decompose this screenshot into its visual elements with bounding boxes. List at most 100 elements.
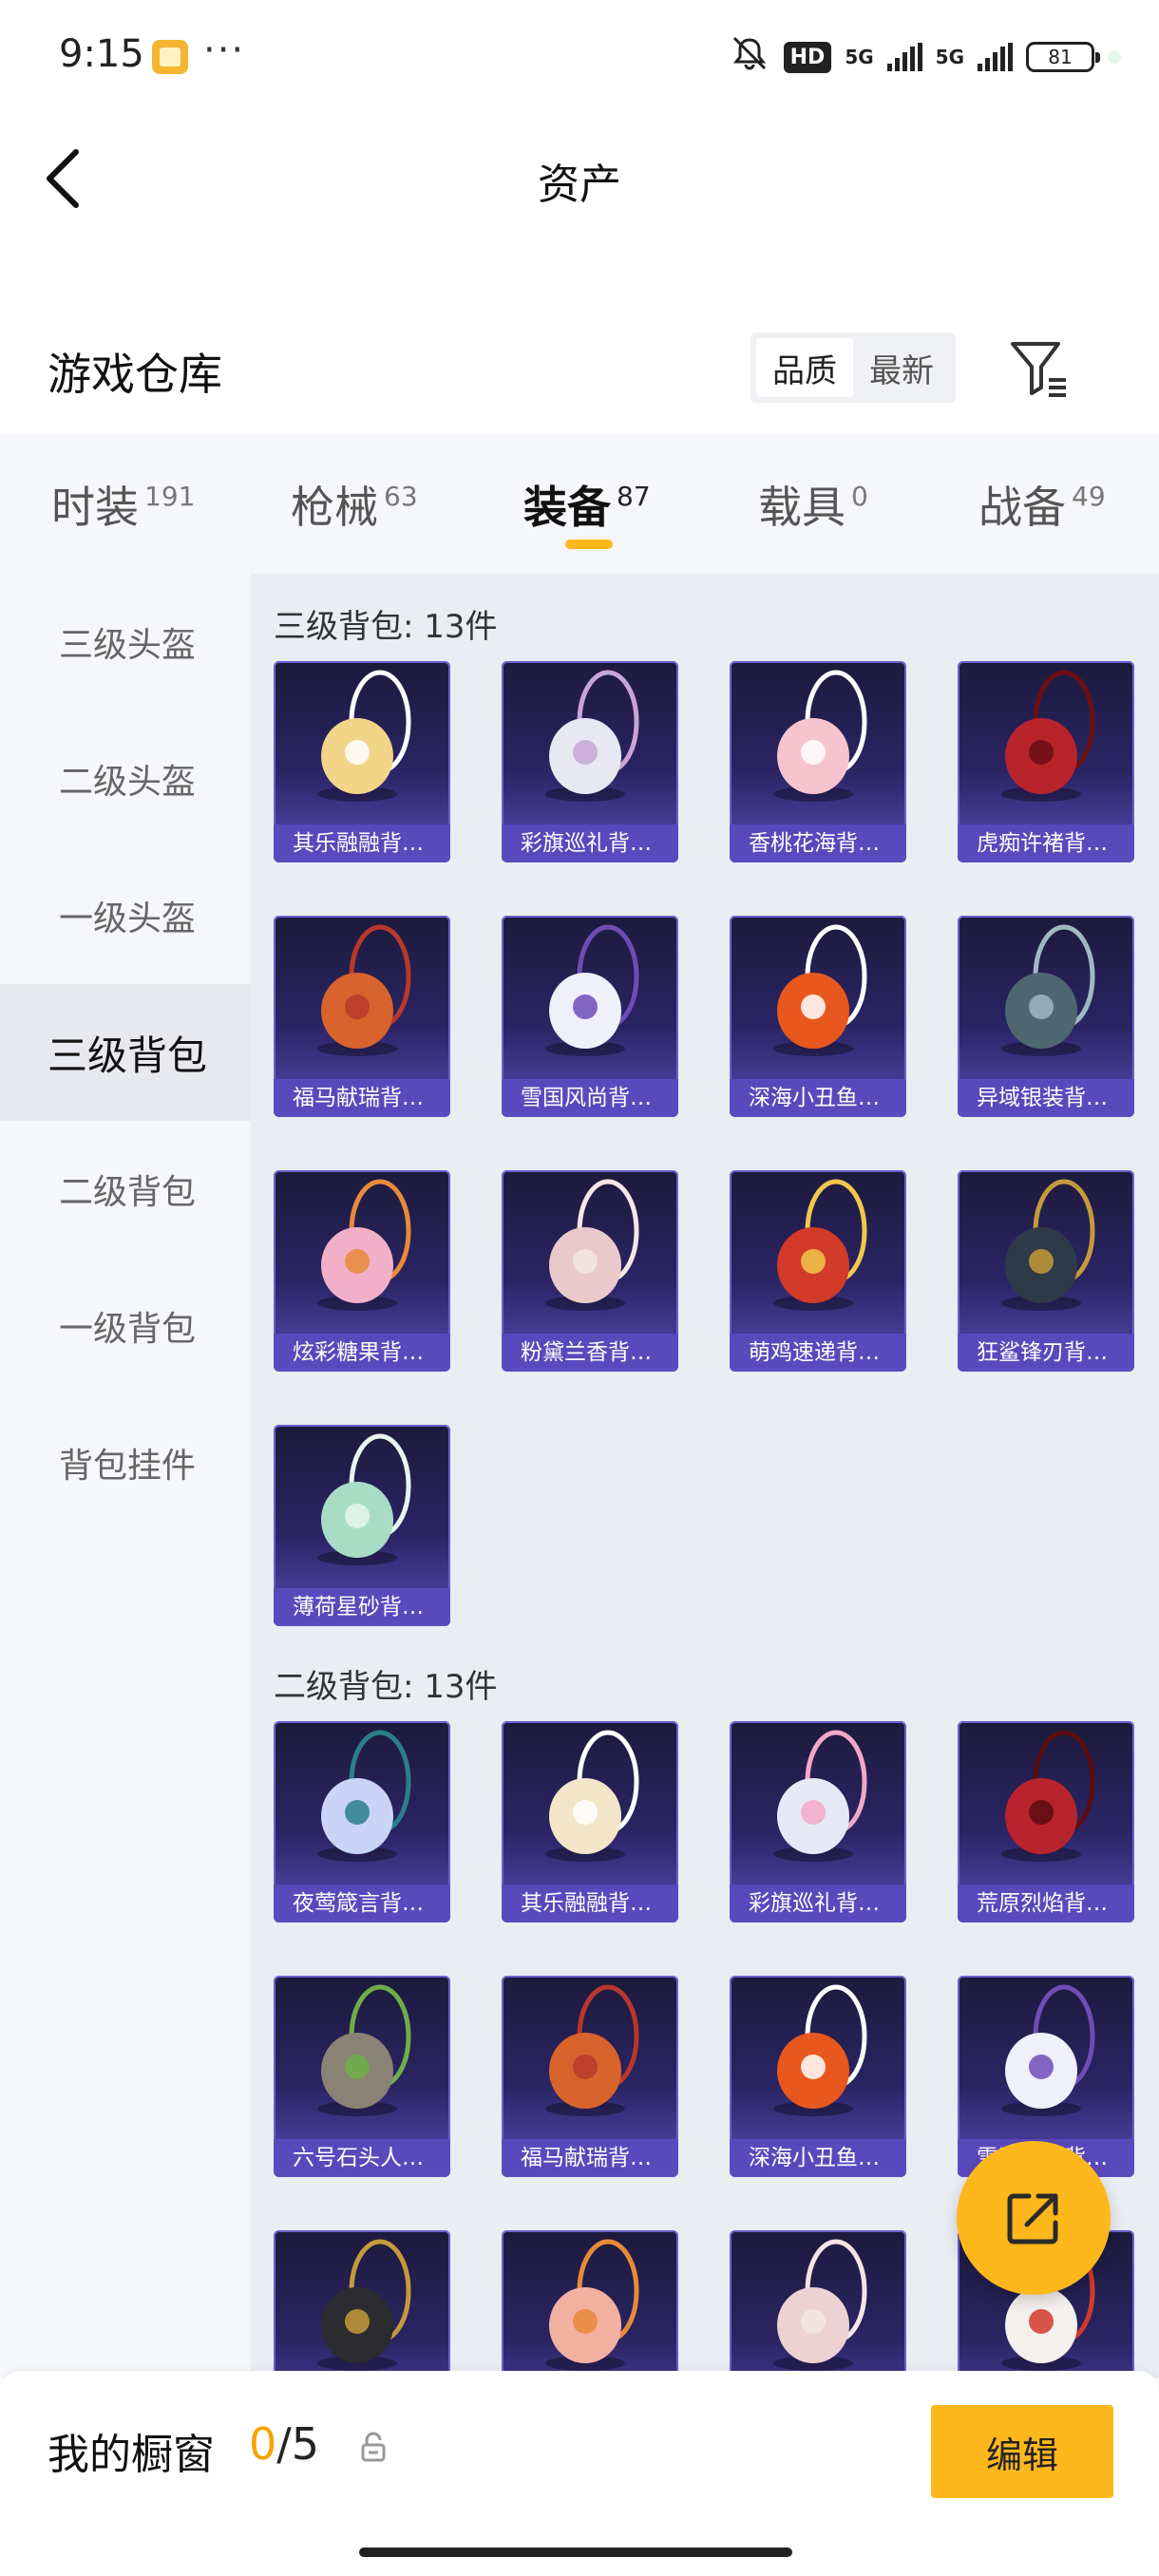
showcase-count-total: /5 (276, 2418, 320, 2470)
backpack-item-card[interactable]: 福马献瑞背… (274, 916, 450, 1117)
backpack-item-card[interactable]: 深海小丑鱼… (730, 1976, 906, 2177)
backpack-item-card[interactable]: 六号石头人… (274, 1976, 450, 2177)
share-button[interactable] (957, 2141, 1111, 2295)
item-name: 萌鸡速递背… (730, 1334, 906, 1372)
group-title: 三级背包: 13件 (274, 608, 498, 646)
hd-voice-icon: HD (783, 41, 832, 73)
backpack-item-card[interactable]: 其乐融融背… (502, 1721, 678, 1923)
backpack-item-card[interactable]: 雪国风尚背… (502, 916, 678, 1117)
network-2-label: 5G (935, 46, 964, 68)
item-grid-area[interactable]: 三级背包: 13件 二级背包: 13件 其乐融融背… 彩旗巡礼背… 香桃花海背… 虎痴… (251, 574, 1159, 2378)
backpack-item-card[interactable] (502, 2230, 678, 2378)
item-name: 深海小丑鱼… (730, 1079, 906, 1117)
sort-quality-option[interactable]: 品质 (756, 338, 853, 397)
status-dot-icon (1108, 50, 1121, 64)
backpack-thumbnail-icon (773, 1984, 867, 2116)
backpack-item-card[interactable]: 深海小丑鱼… (730, 916, 906, 1117)
signal-1-icon (886, 43, 922, 71)
tab-count: 49 (1072, 481, 1106, 512)
backpack-item-card[interactable]: 薄荷星砂背… (274, 1425, 450, 1626)
tab-label: 载具 (758, 482, 846, 533)
backpack-thumbnail-icon (1001, 1730, 1095, 1862)
item-name: 香桃花海背… (730, 824, 906, 862)
filter-icon (1011, 342, 1066, 397)
tab-count: 0 (851, 481, 868, 512)
backpack-item-card[interactable]: 夜莺箴言背… (274, 1721, 450, 1923)
subcategory-sidebar: 三级头盔 二级头盔 一级头盔 三级背包 二级背包 一级背包 背包挂件 (0, 574, 251, 2378)
backpack-thumbnail-icon (773, 2239, 867, 2371)
tab-label: 战备 (978, 482, 1066, 533)
sidebar-item-backpack-2[interactable]: 二级背包 (0, 1121, 251, 1258)
sidebar-item-helmet-2[interactable]: 二级头盔 (0, 710, 251, 847)
tab-supplies[interactable]: 战备 49 (978, 473, 1106, 536)
showcase-bar: 我的橱窗 0/5 编辑 (0, 2371, 1159, 2576)
tab-equipment[interactable]: 装备 87 (523, 473, 651, 536)
backpack-item-card[interactable]: 彩旗巡礼背… (502, 661, 678, 862)
signal-2-icon (978, 43, 1013, 71)
sidebar-item-backpack-3[interactable]: 三级背包 (0, 984, 251, 1121)
backpack-item-card[interactable]: 萌鸡速递背… (730, 1170, 906, 1372)
backpack-thumbnail-icon (1001, 1179, 1095, 1311)
home-indicator (359, 2548, 792, 2557)
filter-button[interactable] (1007, 334, 1072, 401)
status-time: 9:15 (59, 32, 144, 76)
item-name: 六号石头人… (274, 2139, 450, 2177)
sidebar-item-backpack-charms[interactable]: 背包挂件 (0, 1394, 251, 1531)
backpack-thumbnail-icon (317, 1984, 411, 2116)
tab-weapons[interactable]: 枪械 63 (291, 473, 418, 536)
showcase-count: 0/5 (249, 2418, 319, 2470)
backpack-item-card[interactable]: 粉黛兰香背… (502, 1170, 678, 1372)
tab-vehicles[interactable]: 载具 0 (758, 473, 868, 536)
category-tabs: 时装 191 枪械 63 装备 87 载具 0 战备 49 (0, 435, 1159, 574)
backpack-item-card[interactable]: 虎痴许褚背… (958, 661, 1134, 862)
backpack-item-card[interactable]: 荒原烈焰背… (958, 1721, 1134, 1923)
backpack-thumbnail-icon (545, 1179, 639, 1311)
item-name: 福马献瑞背… (274, 1079, 450, 1117)
mute-icon (729, 34, 770, 80)
tab-count: 63 (384, 481, 418, 512)
item-name: 荒原烈焰背… (958, 1885, 1134, 1923)
item-name: 夜莺箴言背… (274, 1885, 450, 1923)
backpack-thumbnail-icon (545, 2239, 639, 2371)
network-1-label: 5G (845, 46, 874, 68)
backpack-thumbnail-icon (545, 1730, 639, 1862)
backpack-thumbnail-icon (317, 2239, 411, 2371)
backpack-item-card[interactable]: 福马献瑞背… (502, 1976, 678, 2177)
item-name: 异域银装背… (958, 1079, 1134, 1117)
backpack-item-card[interactable]: 彩旗巡礼背… (730, 1721, 906, 1923)
battery-icon: 81 (1026, 42, 1100, 72)
backpack-item-card[interactable]: 异域银装背… (958, 916, 1134, 1117)
page-title: 资产 (538, 161, 621, 209)
sort-latest-option[interactable]: 最新 (853, 338, 950, 397)
more-notifications-icon: ··· (203, 28, 246, 72)
backpack-item-card[interactable]: 香桃花海背… (730, 661, 906, 862)
showcase-count-current: 0 (249, 2418, 277, 2470)
item-name: 其乐融融背… (274, 824, 450, 862)
warehouse-title: 游戏仓库 (48, 349, 222, 400)
edit-button[interactable]: 编辑 (931, 2405, 1113, 2498)
lock-icon (361, 2432, 386, 2462)
backpack-item-card[interactable]: 狂鲨锋刃背… (958, 1170, 1134, 1372)
item-name: 彩旗巡礼背… (502, 824, 678, 862)
backpack-item-card[interactable]: 其乐融融背… (274, 661, 450, 862)
backpack-thumbnail-icon (1001, 670, 1095, 802)
backpack-thumbnail-icon (317, 924, 411, 1056)
item-name: 虎痴许褚背… (958, 824, 1134, 862)
backpack-thumbnail-icon (317, 1730, 411, 1862)
backpack-thumbnail-icon (773, 924, 867, 1056)
tab-count: 87 (617, 481, 651, 512)
tab-label: 枪械 (291, 482, 378, 533)
tab-fashion[interactable]: 时装 191 (51, 473, 195, 536)
backpack-thumbnail-icon (545, 1984, 639, 2116)
sidebar-item-helmet-1[interactable]: 一级头盔 (0, 847, 251, 984)
sidebar-item-backpack-1[interactable]: 一级背包 (0, 1258, 251, 1394)
backpack-item-card[interactable] (730, 2230, 906, 2378)
item-name: 深海小丑鱼… (730, 2139, 906, 2177)
backpack-item-card[interactable]: 炫彩糖果背… (274, 1170, 450, 1372)
backpack-thumbnail-icon (1001, 924, 1095, 1056)
item-name: 福马献瑞背… (502, 2139, 678, 2177)
item-name: 粉黛兰香背… (502, 1334, 678, 1372)
backpack-item-card[interactable] (274, 2230, 450, 2378)
tab-count: 191 (144, 481, 196, 512)
sidebar-item-helmet-3[interactable]: 三级头盔 (0, 574, 251, 710)
